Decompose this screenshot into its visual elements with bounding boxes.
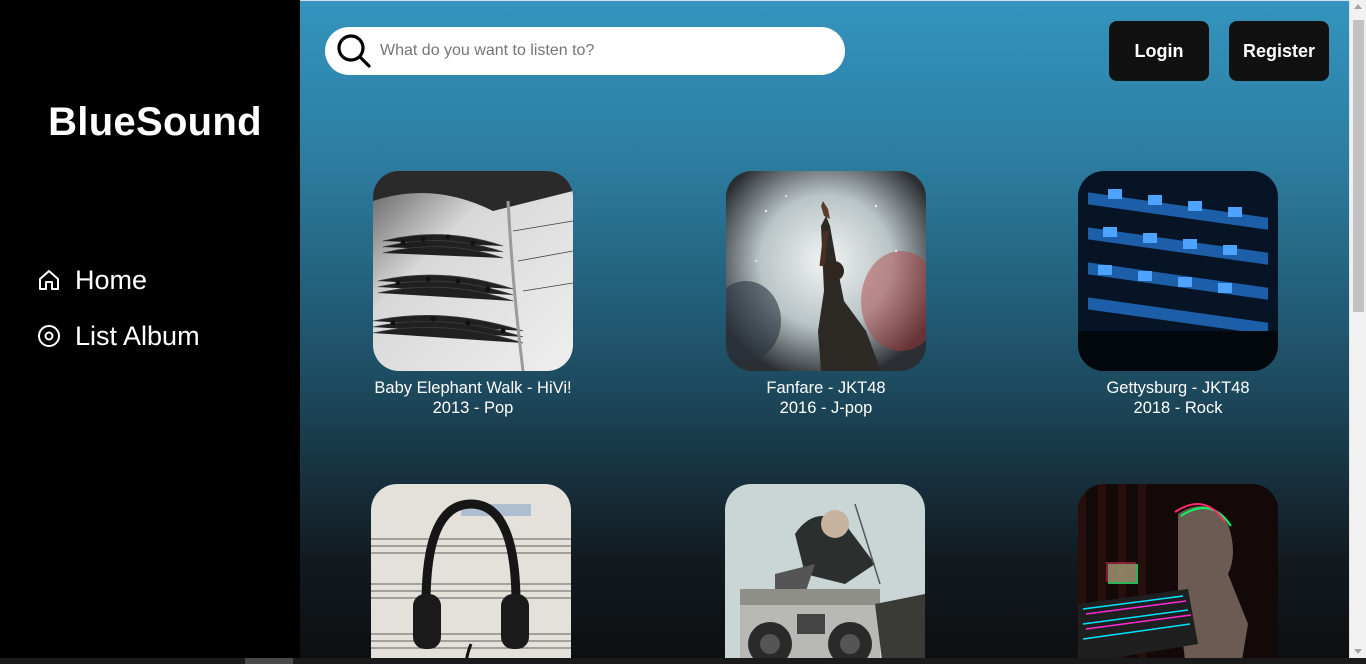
scroll-down-arrow-icon[interactable] — [1354, 649, 1362, 654]
album-cover-image[interactable] — [726, 171, 926, 371]
album-card[interactable] — [351, 484, 591, 658]
album-card[interactable]: Gettysburg - JKT48 2018 - Rock — [1058, 171, 1298, 418]
sidebar: BlueSound Home List Album — [0, 0, 300, 658]
scroll-up-arrow-icon[interactable] — [1354, 4, 1362, 9]
nav-item-label: Home — [75, 264, 148, 295]
home-icon — [36, 267, 62, 293]
album-title: Gettysburg - JKT48 — [1106, 379, 1250, 397]
sheet-music-image — [373, 171, 573, 371]
album-card[interactable]: Baby Elephant Walk - HiVi! 2013 - Pop — [353, 171, 593, 418]
main-content: Login Register — [300, 0, 1349, 658]
brand-logo[interactable]: BlueSound — [0, 100, 310, 145]
album-card[interactable] — [1058, 484, 1298, 658]
album-meta: 2016 - J-pop — [779, 399, 873, 417]
horizontal-scrollbar-thumb[interactable] — [245, 658, 293, 664]
boombox-image — [725, 484, 925, 658]
album-cover-image[interactable] — [373, 171, 573, 371]
album-card[interactable] — [705, 484, 945, 658]
album-meta: 2018 - Rock — [1133, 399, 1223, 417]
nav-item-home[interactable]: Home — [36, 260, 147, 300]
album-cover-image[interactable] — [1078, 484, 1278, 658]
nav-item-label: List Album — [75, 320, 200, 351]
concert-smoke-image — [726, 171, 926, 371]
vertical-scrollbar[interactable] — [1349, 0, 1366, 658]
album-title: Fanfare - JKT48 — [766, 379, 886, 397]
nav-item-list-album[interactable]: List Album — [36, 316, 200, 356]
album-cover-image[interactable] — [1078, 171, 1278, 371]
login-button[interactable]: Login — [1109, 21, 1209, 81]
album-cover-image[interactable] — [371, 484, 571, 658]
album-cover-image[interactable] — [725, 484, 925, 658]
search-icon[interactable] — [335, 32, 373, 70]
search-bar[interactable] — [325, 27, 845, 75]
horizontal-scrollbar[interactable] — [0, 658, 1366, 664]
album-meta: 2013 - Pop — [432, 399, 514, 417]
headphones-on-sheet-image — [371, 484, 571, 658]
search-input[interactable] — [380, 42, 820, 60]
glitch-keyboard-image — [1078, 484, 1278, 658]
album-card[interactable]: Fanfare - JKT48 2016 - J-pop — [706, 171, 946, 418]
register-button[interactable]: Register — [1229, 21, 1329, 81]
scrollbar-thumb[interactable] — [1353, 20, 1364, 312]
album-title: Baby Elephant Walk - HiVi! — [374, 379, 572, 397]
mixing-console-image — [1078, 171, 1278, 371]
disc-icon — [36, 323, 62, 349]
